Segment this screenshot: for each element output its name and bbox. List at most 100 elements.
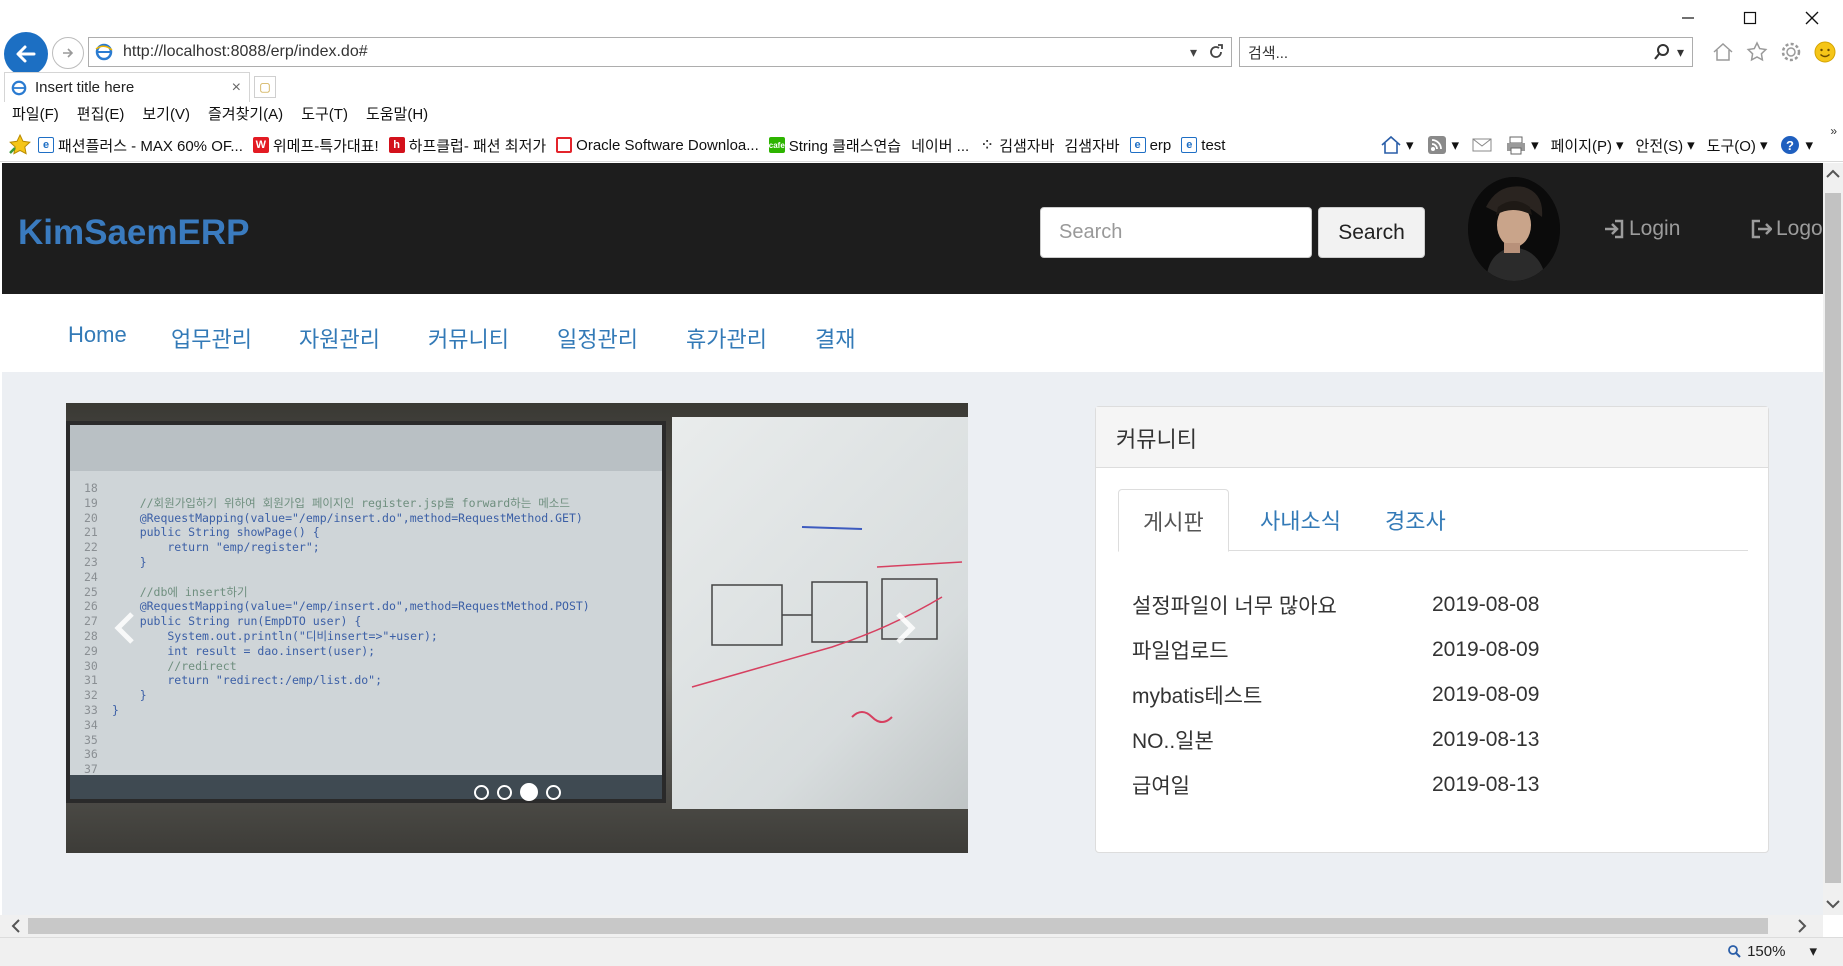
address-bar[interactable]: http://localhost:8088/erp/index.do# ▾ bbox=[88, 37, 1232, 67]
zoom-dropdown-icon[interactable]: ▾ bbox=[1809, 942, 1817, 960]
vertical-scroll-thumb[interactable] bbox=[1825, 193, 1841, 883]
board-row[interactable]: 급여일 2019-08-13 bbox=[1132, 762, 1732, 807]
print-command[interactable]: ▾ bbox=[1505, 135, 1539, 155]
menu-home[interactable]: Home bbox=[68, 322, 127, 348]
url-text[interactable]: http://localhost:8088/erp/index.do# bbox=[123, 43, 1190, 61]
post-title[interactable]: 파일업로드 bbox=[1132, 635, 1432, 665]
menu-resources[interactable]: 자원관리 bbox=[299, 322, 380, 354]
favorite-string-class[interactable]: cafe String 클래스연습 bbox=[768, 135, 901, 156]
board-row[interactable]: 파일업로드 2019-08-09 bbox=[1132, 627, 1732, 672]
menu-file[interactable]: 파일(F) bbox=[12, 103, 59, 124]
home-button[interactable] bbox=[1711, 40, 1735, 64]
board-post-list: 설정파일이 너무 많아요 2019-08-08 파일업로드 2019-08-09 myb… bbox=[1132, 582, 1732, 807]
logout-link[interactable]: Logo bbox=[1750, 217, 1823, 241]
search-dropdown-icon[interactable]: ▾ bbox=[1677, 44, 1684, 61]
tab-close-icon[interactable]: × bbox=[232, 79, 241, 97]
forward-button[interactable] bbox=[52, 37, 84, 69]
site-search-button[interactable]: Search bbox=[1318, 207, 1425, 258]
scroll-right-icon[interactable] bbox=[1790, 915, 1814, 937]
favorite-kimsaem-java-2[interactable]: 김샘자바 bbox=[1064, 135, 1119, 156]
scroll-left-icon[interactable] bbox=[4, 915, 28, 937]
feeds-command[interactable]: ▾ bbox=[1426, 135, 1459, 155]
favorite-halfclub[interactable]: h 하프클럽- 패션 최저가 bbox=[388, 135, 546, 156]
browser-search-placeholder[interactable]: 검색... bbox=[1240, 42, 1653, 63]
post-title[interactable]: mybatis테스트 bbox=[1132, 680, 1432, 710]
back-button[interactable] bbox=[4, 32, 48, 76]
carousel-indicator[interactable] bbox=[497, 784, 512, 800]
line-number: 22 bbox=[84, 540, 98, 555]
favorite-wemakeprice[interactable]: W 위메프-특가대표! bbox=[252, 135, 379, 156]
site-brand[interactable]: KimSaemERP bbox=[18, 213, 249, 253]
carousel-indicator[interactable] bbox=[520, 783, 538, 801]
carousel-next-button[interactable] bbox=[884, 608, 924, 648]
tools-command[interactable]: 도구(O) ▾ bbox=[1707, 135, 1768, 156]
search-icon[interactable] bbox=[1653, 43, 1671, 61]
menu-schedule[interactable]: 일정관리 bbox=[557, 322, 638, 354]
horizontal-scrollbar[interactable] bbox=[0, 915, 1823, 937]
code-line: 21 public String showPage() { bbox=[84, 525, 590, 540]
code-text: return "redirect:/emp/list.do"; bbox=[112, 673, 383, 688]
favorite-erp[interactable]: e erp bbox=[1129, 137, 1171, 154]
board-row[interactable]: 설정파일이 너무 많아요 2019-08-08 bbox=[1132, 582, 1732, 627]
more-chevron-icon[interactable]: » bbox=[1830, 124, 1837, 138]
menu-community[interactable]: 커뮤니티 bbox=[428, 322, 509, 354]
rss-icon bbox=[1427, 136, 1446, 154]
post-date: 2019-08-13 bbox=[1432, 727, 1540, 751]
menu-vacation[interactable]: 휴가관리 bbox=[686, 322, 767, 354]
tab-congratulations[interactable]: 경조사 bbox=[1361, 489, 1470, 551]
browser-tab[interactable]: Insert title here × bbox=[4, 72, 250, 102]
code-text: //db에 insert하기 bbox=[112, 584, 248, 599]
board-row[interactable]: NO..일본 2019-08-13 bbox=[1132, 717, 1732, 762]
projector-screen: 18 19 //회원가입하기 위하여 회원가입 페이지인 register.jsp… bbox=[66, 421, 666, 803]
scroll-up-icon[interactable] bbox=[1823, 163, 1843, 185]
scroll-down-icon[interactable] bbox=[1823, 893, 1843, 915]
menu-work[interactable]: 업무관리 bbox=[171, 322, 252, 354]
post-title[interactable]: 급여일 bbox=[1132, 770, 1432, 800]
page-command[interactable]: 페이지(P) ▾ bbox=[1551, 135, 1624, 156]
favorite-test[interactable]: e test bbox=[1181, 137, 1225, 154]
safety-command[interactable]: 안전(S) ▾ bbox=[1636, 135, 1695, 156]
menu-tools[interactable]: 도구(T) bbox=[301, 103, 348, 124]
browser-search-box[interactable]: 검색... ▾ bbox=[1239, 37, 1693, 67]
carousel-prev-button[interactable] bbox=[106, 608, 146, 648]
settings-button[interactable] bbox=[1779, 40, 1803, 64]
zoom-control[interactable]: 150% ▾ bbox=[1727, 942, 1817, 960]
community-tabs: 게시판 사내소식 경조사 bbox=[1118, 489, 1748, 552]
horizontal-scroll-thumb[interactable] bbox=[28, 918, 1768, 934]
menu-help[interactable]: 도움말(H) bbox=[366, 103, 428, 124]
favorite-kimsaem-java-1[interactable]: ⁘ 김샘자바 bbox=[979, 135, 1054, 156]
favorite-oracle[interactable]: Oracle Software Downloa... bbox=[556, 137, 759, 154]
post-title[interactable]: NO..일본 bbox=[1132, 725, 1432, 755]
naver-cafe-icon: cafe bbox=[768, 137, 785, 153]
carousel-indicator[interactable] bbox=[546, 784, 561, 800]
menu-edit[interactable]: 편집(E) bbox=[77, 103, 125, 124]
tab-company-news[interactable]: 사내소식 bbox=[1236, 489, 1365, 551]
favorite-fashionplus[interactable]: e 패션플러스 - MAX 60% OF... bbox=[38, 135, 243, 156]
line-number: 24 bbox=[84, 569, 98, 584]
mail-command[interactable] bbox=[1471, 135, 1493, 155]
vertical-scrollbar[interactable] bbox=[1823, 163, 1843, 915]
post-title[interactable]: 설정파일이 너무 많아요 bbox=[1132, 590, 1432, 620]
favorites-button[interactable] bbox=[1745, 40, 1769, 64]
new-tab-button[interactable]: ▢ bbox=[254, 76, 276, 98]
menu-view[interactable]: 보기(V) bbox=[142, 103, 190, 124]
refresh-icon[interactable] bbox=[1207, 43, 1225, 61]
avatar[interactable] bbox=[1468, 177, 1560, 281]
login-link[interactable]: Login bbox=[1603, 217, 1680, 241]
tab-title: Insert title here bbox=[35, 79, 135, 96]
carousel-indicator[interactable] bbox=[474, 784, 489, 800]
menu-approval[interactable]: 결재 bbox=[815, 322, 855, 354]
board-row[interactable]: mybatis테스트 2019-08-09 bbox=[1132, 672, 1732, 717]
site-search-input[interactable]: Search bbox=[1040, 207, 1312, 258]
help-command[interactable]: ? ▾ bbox=[1779, 135, 1813, 155]
favorite-label: 네이버 ... bbox=[911, 137, 970, 155]
post-date: 2019-08-09 bbox=[1432, 637, 1540, 661]
image-carousel[interactable]: 18 19 //회원가입하기 위하여 회원가입 페이지인 register.jsp… bbox=[66, 403, 968, 853]
feedback-button[interactable] bbox=[1813, 40, 1837, 64]
home-command[interactable]: ▾ bbox=[1380, 135, 1414, 155]
dropdown-arrow-icon[interactable]: ▾ bbox=[1190, 44, 1197, 61]
menu-favorites[interactable]: 즐겨찾기(A) bbox=[208, 103, 283, 124]
favorites-star-icon[interactable] bbox=[8, 133, 32, 157]
tab-board[interactable]: 게시판 bbox=[1118, 489, 1229, 552]
favorite-naver[interactable]: 네이버 ... bbox=[911, 135, 969, 156]
